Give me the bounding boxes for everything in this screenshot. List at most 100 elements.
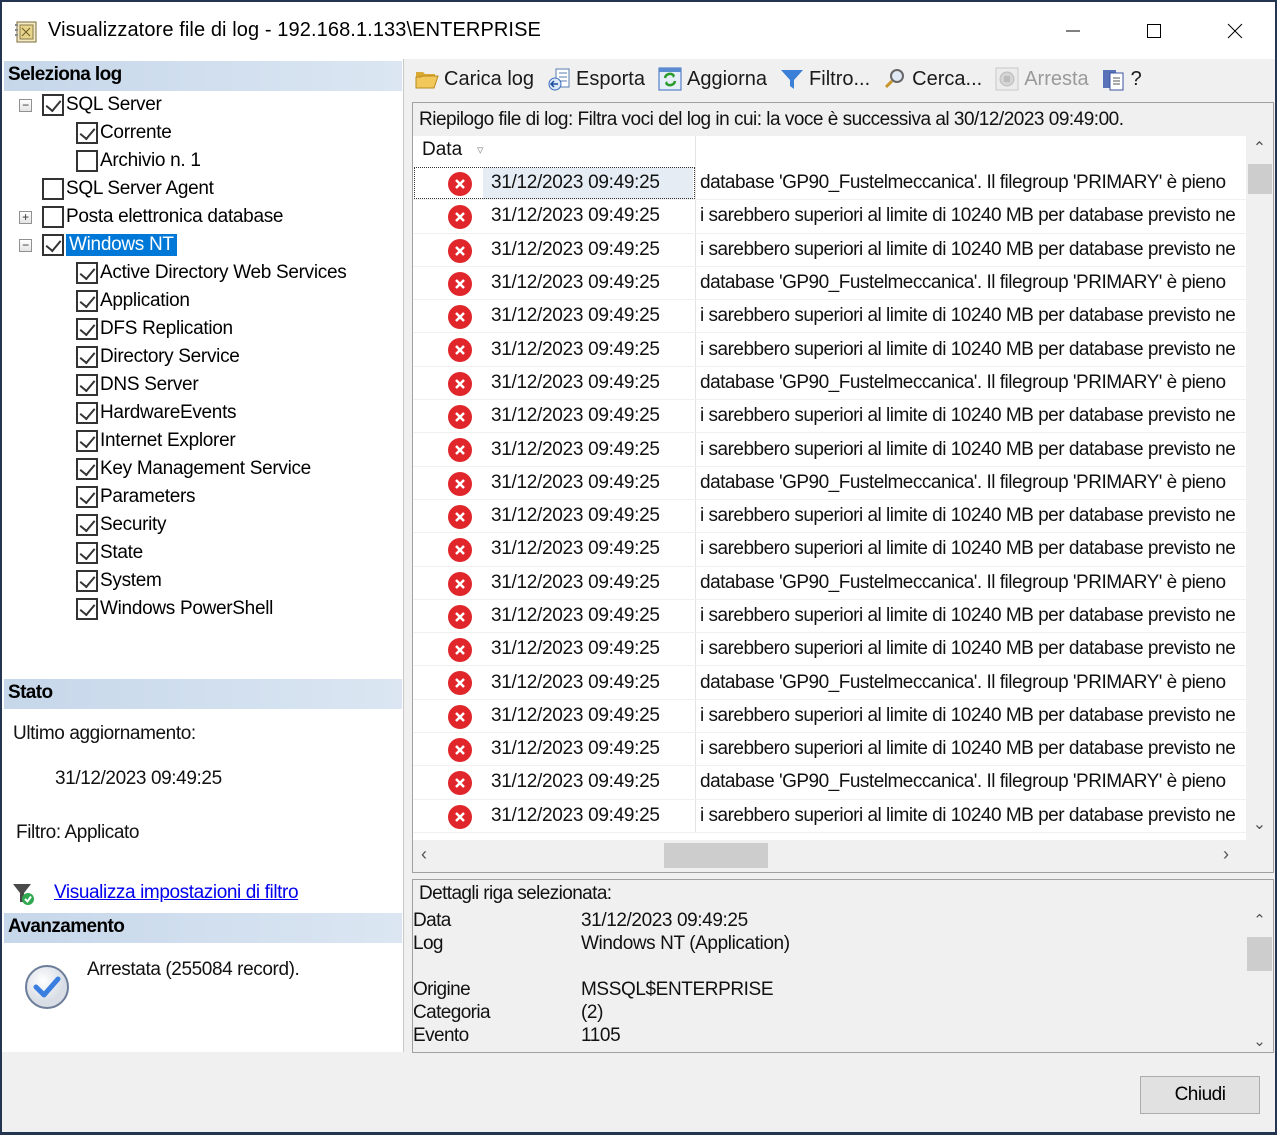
collapse-icon[interactable]: − (19, 99, 32, 112)
tree-item-label[interactable]: Parameters (100, 486, 196, 508)
log-row[interactable]: 31/12/2023 09:49:25 i sarebbero superiori… (413, 333, 1246, 367)
toolbar-button-help[interactable]: ? (1102, 67, 1142, 91)
view-filter-settings-link[interactable]: Visualizza impostazioni di filtro (54, 882, 299, 904)
tree-item-label[interactable]: Internet Explorer (100, 430, 236, 452)
tree-item-checkbox[interactable] (76, 570, 98, 592)
tree-item-checkbox[interactable] (76, 402, 98, 424)
tree-item[interactable]: Corrente (76, 119, 172, 147)
tree-item[interactable]: + Posta elettronica database (19, 203, 283, 231)
log-row[interactable]: 31/12/2023 09:49:25 i sarebbero superiori… (413, 499, 1246, 534)
tree-item[interactable]: Directory Service (76, 343, 240, 371)
log-row[interactable]: 31/12/2023 09:49:25 database 'GP90_Fustel… (413, 366, 1246, 401)
tree-item[interactable]: − SQL Server (19, 91, 162, 119)
column-divider[interactable] (695, 136, 696, 166)
tree-item-checkbox[interactable] (42, 206, 64, 228)
log-row[interactable]: 31/12/2023 09:49:25 i sarebbero superiori… (413, 633, 1246, 667)
maximize-button[interactable] (1114, 2, 1194, 59)
toolbar-button-stop[interactable]: Arresta (995, 67, 1089, 91)
tree-item[interactable]: DNS Server (76, 371, 199, 399)
scroll-up-icon[interactable]: ⌃ (1246, 138, 1273, 162)
tree-item[interactable]: Application (76, 287, 190, 315)
tree-item-label[interactable]: Application (100, 290, 190, 312)
tree-item-checkbox[interactable] (76, 486, 98, 508)
vertical-scroll-thumb[interactable] (1248, 164, 1272, 194)
log-row[interactable]: 31/12/2023 09:49:25 i sarebbero superiori… (413, 733, 1246, 767)
tree-item-label[interactable]: Windows PowerShell (100, 598, 273, 620)
log-row[interactable]: 31/12/2023 09:49:25 i sarebbero superiori… (413, 200, 1246, 234)
tree-item-label[interactable]: Windows NT (66, 234, 177, 256)
log-row[interactable]: 31/12/2023 09:49:25 i sarebbero superiori… (413, 400, 1246, 434)
tree-item[interactable]: Parameters (76, 483, 196, 511)
toolbar-button-search[interactable]: Cerca... (883, 67, 982, 91)
log-row[interactable]: 31/12/2023 09:49:25 database 'GP90_Fustel… (413, 266, 1246, 301)
tree-item[interactable]: System (76, 567, 162, 595)
log-row[interactable]: 31/12/2023 09:49:25 i sarebbero superiori… (413, 599, 1246, 634)
tree-item-checkbox[interactable] (76, 346, 98, 368)
log-row[interactable]: 31/12/2023 09:49:25 i sarebbero superiori… (413, 799, 1246, 833)
log-row[interactable]: 31/12/2023 09:49:25 database 'GP90_Fustel… (413, 666, 1246, 700)
scroll-down-icon[interactable]: ⌄ (1246, 814, 1273, 838)
tree-item-checkbox[interactable] (76, 122, 98, 144)
tree-item-label[interactable]: HardwareEvents (100, 402, 237, 424)
close-window-button[interactable] (1195, 2, 1275, 59)
toolbar-button-refresh[interactable]: Aggiorna (658, 67, 767, 91)
vertical-scrollbar[interactable]: ⌃ ⌄ (1246, 136, 1273, 840)
details-scroll-down-icon[interactable]: ⌄ (1246, 1032, 1273, 1050)
tree-item[interactable]: Key Management Service (76, 455, 311, 483)
log-row[interactable]: 31/12/2023 09:49:25 database 'GP90_Fustel… (413, 766, 1246, 800)
tree-item-checkbox[interactable] (76, 542, 98, 564)
horizontal-scroll-thumb[interactable] (664, 843, 768, 868)
tree-item-checkbox[interactable] (42, 94, 64, 116)
tree-item-label[interactable]: Security (100, 514, 167, 536)
tree-item[interactable]: − Windows NT (19, 231, 177, 259)
scroll-left-icon[interactable]: ‹ (421, 844, 427, 865)
tree-item-label[interactable]: Archivio n. 1 (100, 150, 201, 172)
close-button[interactable]: Chiudi (1140, 1076, 1260, 1114)
tree-item[interactable]: Active Directory Web Services (76, 259, 347, 287)
tree-item[interactable]: SQL Server Agent (42, 175, 214, 203)
log-row[interactable]: 31/12/2023 09:49:25 database 'GP90_Fustel… (413, 167, 1246, 201)
tree-item-label[interactable]: Corrente (100, 122, 172, 144)
tree-item[interactable]: State (76, 539, 143, 567)
log-row[interactable]: 31/12/2023 09:49:25 database 'GP90_Fustel… (413, 466, 1246, 500)
tree-item-checkbox[interactable] (76, 290, 98, 312)
tree-item-checkbox[interactable] (76, 598, 98, 620)
tree-item-checkbox[interactable] (76, 514, 98, 536)
tree-item-label[interactable]: DNS Server (100, 374, 199, 396)
tree-item[interactable]: DFS Replication (76, 315, 233, 343)
tree-item-label[interactable]: SQL Server (66, 94, 162, 116)
log-row[interactable]: 31/12/2023 09:49:25 i sarebbero superiori… (413, 699, 1246, 734)
log-row[interactable]: 31/12/2023 09:49:25 i sarebbero superiori… (413, 233, 1246, 267)
tree-item-checkbox[interactable] (76, 262, 98, 284)
tree-item-label[interactable]: Posta elettronica database (66, 206, 283, 228)
log-row[interactable]: 31/12/2023 09:49:25 database 'GP90_Fustel… (413, 566, 1246, 600)
tree-item-checkbox[interactable] (42, 178, 64, 200)
expand-icon[interactable]: + (19, 211, 32, 224)
horizontal-scrollbar[interactable]: ‹ › (413, 840, 1273, 872)
tree-item[interactable]: Security (76, 511, 167, 539)
tree-item-label[interactable]: Active Directory Web Services (100, 262, 347, 284)
tree-item-checkbox[interactable] (76, 458, 98, 480)
tree-item-label[interactable]: System (100, 570, 162, 592)
toolbar-button-filter[interactable]: Filtro... (780, 67, 870, 91)
minimize-button[interactable] (1033, 2, 1113, 59)
tree-item[interactable]: Windows PowerShell (76, 595, 273, 623)
tree-item-checkbox[interactable] (76, 430, 98, 452)
column-header-date[interactable]: Data (422, 139, 462, 161)
tree-item-label[interactable]: Directory Service (100, 346, 240, 368)
log-row[interactable]: 31/12/2023 09:49:25 i sarebbero superiori… (413, 533, 1246, 567)
log-row[interactable]: 31/12/2023 09:49:25 i sarebbero superiori… (413, 300, 1246, 334)
tree-item[interactable]: Internet Explorer (76, 427, 236, 455)
collapse-icon[interactable]: − (19, 239, 32, 252)
tree-item-checkbox[interactable] (76, 150, 98, 172)
details-scroll-up-icon[interactable]: ⌃ (1246, 911, 1273, 929)
toolbar-button-export[interactable]: Esporta (547, 67, 645, 91)
tree-item-checkbox[interactable] (76, 318, 98, 340)
details-scroll-thumb[interactable] (1247, 937, 1272, 971)
tree-item-label[interactable]: State (100, 542, 143, 564)
tree-item-label[interactable]: DFS Replication (100, 318, 233, 340)
tree-item[interactable]: HardwareEvents (76, 399, 237, 427)
tree-item[interactable]: Archivio n. 1 (76, 147, 201, 175)
tree-item-label[interactable]: Key Management Service (100, 458, 311, 480)
tree-item-checkbox[interactable] (42, 234, 64, 256)
